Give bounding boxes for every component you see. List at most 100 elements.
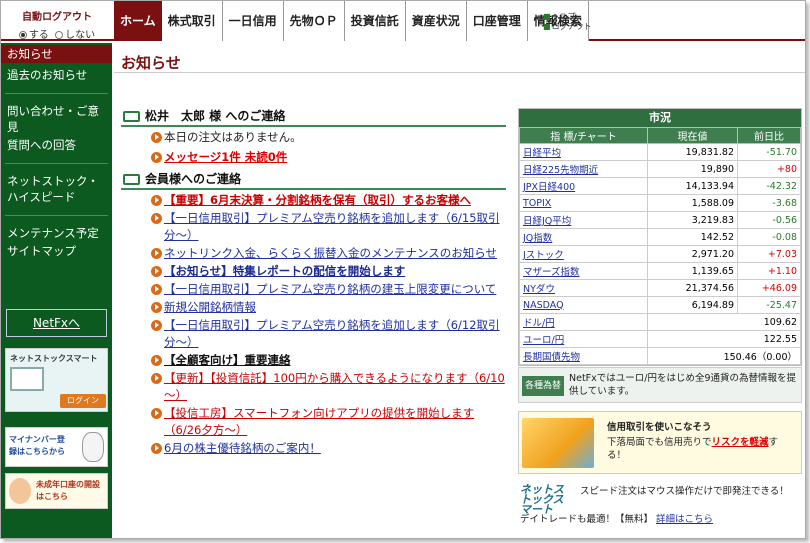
arrow-icon [151,320,162,331]
list-item[interactable]: 【一日信用取引】プレミアム空売り銘柄を追加します（6/12取引分～） [121,317,506,351]
index-name-link[interactable]: マザーズ指数 [519,262,648,280]
nav-stock[interactable]: 株式取引 [161,1,223,41]
arrow-icon [151,443,162,454]
sidebar-item-inquiry[interactable]: 問い合わせ・ご意見 [1,102,112,136]
credit-title: 信用取引を使いこなそう [607,422,712,433]
table-row: ユーロ/円 122.55 [519,330,801,348]
auto-logout-on-radio[interactable] [18,31,27,39]
messages-link[interactable]: メッセージ1件 未読0件 [164,150,287,164]
list-item[interactable]: 【重要】6月末決算・分割銘柄を保有（取引）するお客様へ [121,192,506,209]
smart-detail-link[interactable]: 詳細はこちら [656,514,713,525]
arrow-icon [151,152,162,163]
notice-link[interactable]: 【一日信用取引】プレミアム空売り銘柄を追加します（6/15取引分～） [164,211,500,242]
index-name-link[interactable]: 日経平均 [519,143,648,161]
list-item[interactable]: 【投信工房】スマートフォン向けアプリの提供を開始します（6/26夕方～） [121,405,506,439]
credit-image [522,418,594,468]
list-item[interactable]: 6月の株主優待銘柄のご案内！ [121,440,506,457]
sidebar: お知らせ 過去のお知らせ 問い合わせ・ご意見 質問への回答 ネットストック・ハイ… [1,43,112,538]
index-value: 1,588.09 [647,194,738,212]
mynumber-banner[interactable]: マイナンバー登録はこちらから [5,427,108,467]
list-item[interactable]: 【全顧客向け】重要連絡 [121,352,506,369]
auto-logout-off-radio[interactable] [55,31,64,39]
minor-account-banner[interactable]: 未成年口座の開設はこちら [5,473,108,509]
notice-link[interactable]: 【更新】【投資信託】100円から購入できるようになります（6/10～） [164,371,505,402]
rabbit-icon [82,432,104,462]
logout-link[interactable]: ログアウト [543,22,592,32]
notice-link[interactable]: 【全顧客向け】重要連絡 [164,353,291,367]
help-link[interactable]: ヘルプ [543,12,592,22]
section-members-header: 会員様へのご連絡 [121,171,506,190]
list-item[interactable]: 【一日信用取引】プレミアム空売り銘柄を追加します（6/15取引分～） [121,210,506,244]
sidebar-item-notices[interactable]: お知らせ [1,45,112,63]
list-item[interactable]: 【更新】【投資信託】100円から購入できるようになります（6/10～） [121,370,506,404]
mynumber-text: マイナンバー登録はこちらから [9,435,65,456]
arrow-icon [151,408,162,419]
notice-link[interactable]: 【一日信用取引】プレミアム空売り銘柄の建玉上限変更について [164,282,496,296]
arrow-icon [151,284,162,295]
notice-link[interactable]: 【お知らせ】特集レポートの配信を開始します [164,264,405,278]
index-name-link[interactable]: ユーロ/円 [519,330,648,348]
nav-funds[interactable]: 投資信託 [344,1,406,41]
smart-logo: ネットストックスマート [520,483,564,516]
table-row: Jストック 2,971.20 +7.03 [519,245,801,263]
index-change: -25.47 [737,296,801,314]
list-item[interactable]: 【一日信用取引】プレミアム空売り銘柄の建玉上限変更について [121,281,506,298]
index-name-link[interactable]: 日経225先物期近 [519,160,648,178]
table-row: 日経平均 19,831.82 -51.70 [519,143,801,161]
table-row: NYダウ 21,374.56 +46.09 [519,279,801,297]
list-item[interactable]: 新規公開銘柄情報 [121,299,506,316]
minor-account-text: 未成年口座の開設はこちら [36,480,100,501]
index-name-link[interactable]: 長期国債先物 [519,347,648,365]
table-row: 長期国債先物 150.46（0.00） [519,347,801,365]
index-name-link[interactable]: ドル/円 [519,313,648,331]
index-change: -3.68 [737,194,801,212]
column-header: 指 標/チャート [519,127,648,144]
table-row: マザーズ指数 1,139.65 +1.10 [519,262,801,280]
login-button[interactable]: ログイン [60,394,106,408]
credit-link[interactable]: リスクを軽減 [712,437,769,448]
sidebar-item-sitemap[interactable]: サイトマップ [1,242,112,260]
mail-icon [123,174,140,185]
index-name-link[interactable]: TOPIX [519,194,648,212]
sidebar-item-answers[interactable]: 質問への回答 [1,136,112,154]
arrow-icon [151,132,162,143]
section-personal-title: 松井 太郎 様 へのご連絡 [145,109,286,123]
netfx-button[interactable]: NetFxへ [6,309,107,337]
fx-button[interactable]: 各種為替 [522,376,564,396]
nav-account[interactable]: 口座管理 [466,1,528,41]
auto-logout-title: 自動ログアウト [22,12,92,23]
index-value: 6,194.89 [647,296,738,314]
index-name-link[interactable]: 日経JQ平均 [519,211,648,229]
notice-link[interactable]: 【一日信用取引】プレミアム空売り銘柄を追加します（6/12取引分～） [164,318,500,349]
notice-link[interactable]: 新規公開銘柄情報 [164,300,256,314]
nav-home[interactable]: ホーム [114,1,162,41]
list-item[interactable]: ネットリンク入金、らくらく振替入金のメンテナンスのお知らせ [121,245,506,262]
index-name-link[interactable]: JPX日経400 [519,177,648,195]
notice-link[interactable]: 【投信工房】スマートフォン向けアプリの提供を開始します（6/26夕方～） [164,406,474,437]
no-orders-text: 本日の注文はありません。 [164,130,302,144]
nav-assets[interactable]: 資産状況 [405,1,467,41]
list-item[interactable]: メッセージ1件 未読0件 [121,149,506,166]
notice-link[interactable]: 【重要】6月末決算・分割銘柄を保有（取引）するお客様へ [164,193,471,207]
index-name-link[interactable]: Jストック [519,245,648,263]
index-name-link[interactable]: NASDAQ [519,296,648,314]
nav-day-margin[interactable]: 一日信用 [222,1,284,41]
table-row: TOPIX 1,588.09 -3.68 [519,194,801,212]
index-name-link[interactable]: NYダウ [519,279,648,297]
index-value: 142.52 [647,228,738,246]
netstock-smart-banner[interactable]: ネットストックスマート ログイン [5,348,108,412]
notice-link[interactable]: 6月の株主優待銘柄のご案内！ [164,441,321,455]
index-value: 19,890 [647,160,738,178]
index-change: +46.09 [737,279,801,297]
arrow-icon [151,213,162,224]
index-value: 21,374.56 [647,279,738,297]
sidebar-item-highspeed[interactable]: ネットストック・ハイスピード [1,172,112,206]
sidebar-item-past-notices[interactable]: 過去のお知らせ [1,66,112,84]
nav-futures[interactable]: 先物ＯＰ [283,1,345,41]
sidebar-item-maintenance[interactable]: メンテナンス予定 [1,224,112,242]
index-change: -51.70 [737,143,801,161]
index-name-link[interactable]: JQ指数 [519,228,648,246]
credit-banner[interactable]: 信用取引を使いこなそう 下落局面でも信用売りでリスクを軽減する！ [518,411,802,474]
notice-link[interactable]: ネットリンク入金、らくらく振替入金のメンテナンスのお知らせ [164,246,497,260]
list-item[interactable]: 【お知らせ】特集レポートの配信を開始します [121,263,506,280]
